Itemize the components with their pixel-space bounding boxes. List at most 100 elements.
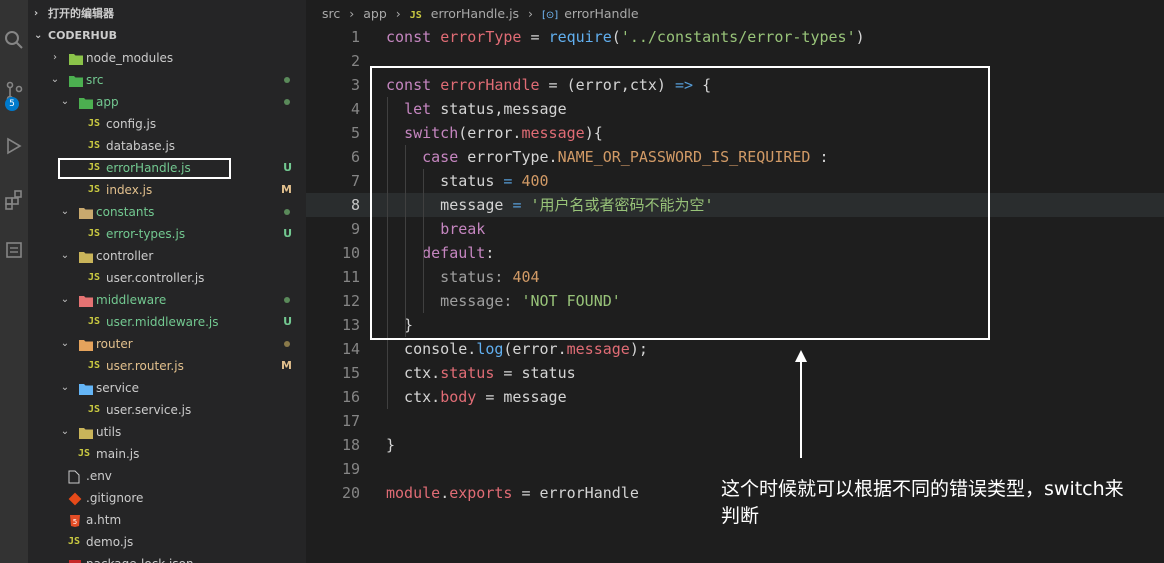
tree-item-package-lock-json[interactable]: package-lock.json (28, 553, 306, 563)
chevron-down-icon[interactable]: ⌄ (60, 333, 70, 355)
remote-explorer-icon[interactable] (0, 232, 28, 268)
line-number: 4 (350, 100, 360, 118)
tree-item-app[interactable]: ⌄ app (28, 91, 306, 113)
code-line[interactable]: 1 const errorType = require('../constants… (306, 25, 1164, 49)
folder-icon (78, 425, 93, 439)
code-line[interactable]: 17 (306, 409, 1164, 433)
chevron-down-icon[interactable]: ⌄ (60, 201, 70, 223)
code-token: errorType (440, 28, 522, 46)
breadcrumb-symbol[interactable]: errorHandle (564, 6, 638, 21)
tree-item-label: index.js (106, 183, 153, 197)
tree-item-label: config.js (106, 117, 157, 131)
tree-item-constants[interactable]: ⌄ constants (28, 201, 306, 223)
open-editors-header[interactable]: › 打开的编辑器 (28, 3, 306, 25)
breadcrumb-separator: › (349, 6, 355, 21)
code-token: ctx. (386, 364, 441, 382)
git-status-dot (284, 77, 290, 83)
tree-item-demo-js[interactable]: JS demo.js (28, 531, 306, 553)
chevron-down-icon: ⌄ (34, 30, 43, 41)
folder-icon (68, 51, 83, 65)
line-number: 12 (341, 292, 360, 310)
project-header[interactable]: ⌄ CODERHUB (28, 25, 306, 47)
tree-item-service[interactable]: ⌄ service (28, 377, 306, 399)
activity-bar: 5 (0, 0, 28, 563)
tree-item-middleware[interactable]: ⌄ middleware (28, 289, 306, 311)
line-number: 11 (341, 268, 360, 286)
tree-item-label: constants (96, 205, 155, 219)
tree-item-controller[interactable]: ⌄ controller (28, 245, 306, 267)
tree-item-utils[interactable]: ⌄ utils (28, 421, 306, 443)
run-debug-icon[interactable] (0, 128, 28, 164)
tree-item-index-js[interactable]: JS index.js M (28, 179, 306, 201)
code-line[interactable]: 15 ctx.status = status (306, 361, 1164, 385)
git-status-dot (284, 297, 290, 303)
git-status-dot (284, 99, 290, 105)
line-number: 19 (341, 460, 360, 478)
tree-item-user-middleware-js[interactable]: JS user.middleware.js U (28, 311, 306, 333)
chevron-down-icon[interactable]: ⌄ (60, 421, 70, 443)
line-number: 9 (350, 220, 360, 238)
code-line[interactable]: 18} (306, 433, 1164, 457)
code-line[interactable]: 14 console.log(error.message); (306, 337, 1164, 361)
search-icon[interactable] (0, 22, 28, 58)
tree-item-main-js[interactable]: JS main.js (28, 443, 306, 465)
code-line[interactable]: 16 ctx.body = message (306, 385, 1164, 409)
code-text: const errorType = require('../constants/… (386, 25, 865, 49)
js-file-icon: JS (88, 404, 101, 415)
code-token: = message (476, 388, 567, 406)
tree-item-label: router (96, 337, 133, 351)
extensions-icon[interactable] (0, 182, 28, 218)
chevron-down-icon[interactable]: ⌄ (60, 245, 70, 267)
git-status-dot (284, 341, 290, 347)
git-icon (68, 491, 82, 506)
code-text: console.log(error.message); (386, 337, 648, 361)
js-file-icon: JS (88, 272, 101, 283)
breadcrumb-separator: › (395, 6, 401, 21)
code-token: console. (386, 340, 477, 358)
breadcrumb-app[interactable]: app (363, 6, 387, 21)
html5-icon: 5 (68, 513, 82, 527)
chevron-down-icon[interactable]: ⌄ (60, 289, 70, 311)
git-status-badge: M (281, 359, 292, 372)
tree-item-router[interactable]: ⌄ router (28, 333, 306, 355)
tree-item-user-service-js[interactable]: JS user.service.js (28, 399, 306, 421)
chevron-down-icon[interactable]: ⌄ (50, 69, 60, 91)
js-file-icon: JS (88, 140, 101, 151)
git-status-badge: U (283, 161, 292, 174)
chevron-down-icon[interactable]: ⌄ (60, 91, 70, 113)
code-token: exports (449, 484, 513, 502)
tree-item-src[interactable]: ⌄ src (28, 69, 306, 91)
tree-item-database-js[interactable]: JS database.js (28, 135, 306, 157)
code-token: require (548, 28, 612, 46)
breadcrumb-src[interactable]: src (322, 6, 340, 21)
tree-item-label: controller (96, 249, 154, 263)
folder-icon (78, 205, 93, 219)
js-file-icon: JS (78, 448, 91, 459)
line-number: 8 (350, 196, 360, 214)
tree-item-error-types-js[interactable]: JS error-types.js U (28, 223, 306, 245)
tree-item-label: utils (96, 425, 122, 439)
js-file-icon: JS (88, 118, 101, 129)
tree-item-user-router-js[interactable]: JS user.router.js M (28, 355, 306, 377)
file-icon (68, 469, 82, 484)
chevron-right-icon[interactable]: › (50, 47, 60, 69)
tree-item--gitignore[interactable]: .gitignore (28, 487, 306, 509)
code-token: (error. (503, 340, 567, 358)
tree-item-label: node_modules (86, 51, 174, 65)
code-token: = (521, 28, 549, 46)
tree-item--env[interactable]: .env (28, 465, 306, 487)
line-number: 10 (341, 244, 360, 262)
breadcrumb-file[interactable]: errorHandle.js (431, 6, 519, 21)
selected-file-highlight (58, 158, 231, 179)
chevron-down-icon[interactable]: ⌄ (60, 377, 70, 399)
tree-item-label: user.controller.js (106, 271, 205, 285)
code-token: body (440, 388, 477, 406)
tree-item-node-modules[interactable]: › node_modules (28, 47, 306, 69)
breadcrumb: src › app › JS errorHandle.js › [⊙] erro… (322, 4, 644, 24)
code-token: ); (629, 340, 648, 358)
tree-item-user-controller-js[interactable]: JS user.controller.js (28, 267, 306, 289)
tree-item-a-htm[interactable]: 5 a.htm (28, 509, 306, 531)
folder-icon (78, 337, 93, 351)
tree-item-label: app (96, 95, 119, 109)
tree-item-config-js[interactable]: JS config.js (28, 113, 306, 135)
